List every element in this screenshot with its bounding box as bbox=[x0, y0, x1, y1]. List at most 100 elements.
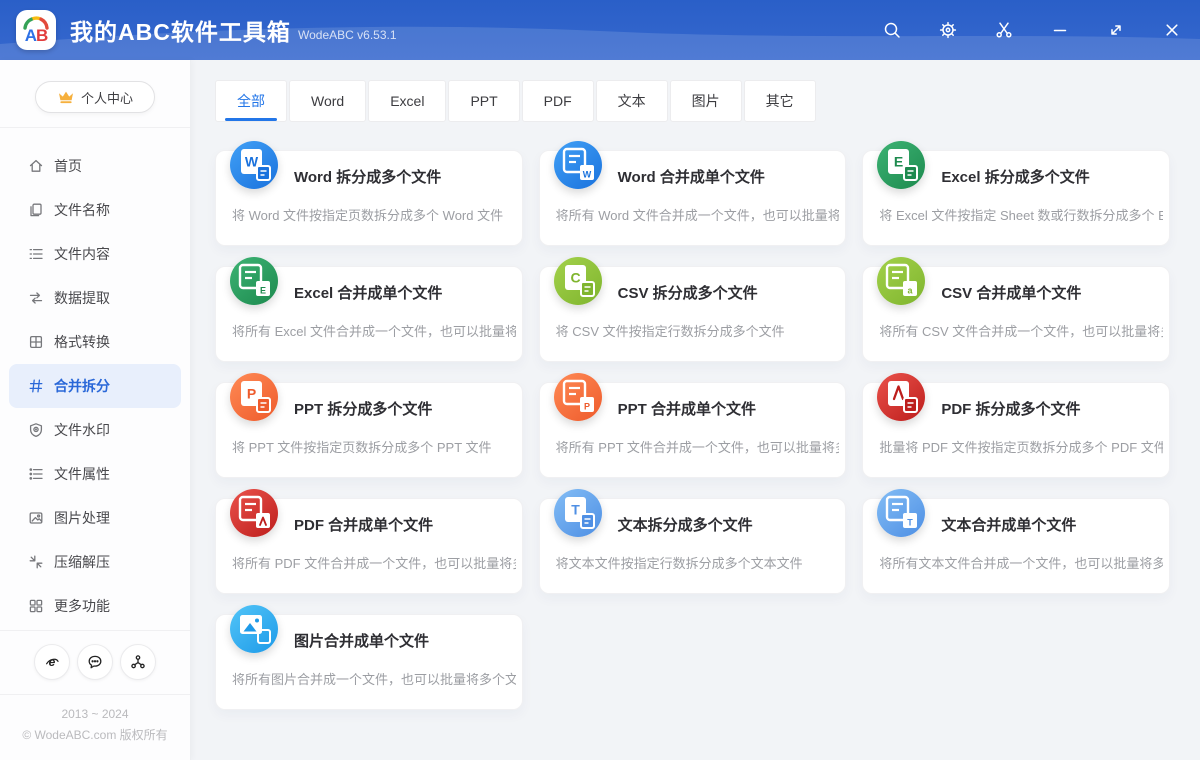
svg-text:E: E bbox=[260, 286, 266, 296]
browser-button[interactable]: e bbox=[34, 644, 70, 680]
image-merge-icon bbox=[230, 605, 278, 653]
card-text-split[interactable]: T 文本拆分成多个文件 将文本文件按指定行数拆分成多个文本文件 bbox=[539, 498, 847, 594]
card-text-merge[interactable]: T 文本合并成单个文件 将所有文本文件合并成一个文件，也可以批量将多 bbox=[862, 498, 1170, 594]
card-word-split[interactable]: W Word 拆分成多个文件 将 Word 文件按指定页数拆分成多个 Word … bbox=[215, 150, 523, 246]
main-content: 全部WordExcelPPTPDF文本图片其它 W Word 拆分成多个文件 将… bbox=[190, 60, 1200, 760]
tab-other[interactable]: 其它 bbox=[744, 80, 816, 122]
sidebar-item-more[interactable]: 更多功能 bbox=[9, 584, 181, 628]
sidebar-nav: 首页文件名称文件内容数据提取格式转换合并拆分文件水印文件属性图片处理压缩解压更多… bbox=[0, 128, 190, 628]
card-description: 将所有 PPT 文件合并成一个文件，也可以批量将多 bbox=[556, 437, 840, 456]
chat-button[interactable] bbox=[77, 644, 113, 680]
sidebar-item-file-attrs[interactable]: 文件属性 bbox=[9, 452, 181, 496]
sidebar-item-label: 压缩解压 bbox=[54, 552, 110, 572]
tab-pdf[interactable]: PDF bbox=[522, 80, 594, 122]
card-csv-merge[interactable]: a CSV 合并成单个文件 将所有 CSV 文件合并成一个文件，也可以批量将多 bbox=[862, 266, 1170, 362]
share-network-icon bbox=[130, 654, 146, 670]
browser-e-icon: e bbox=[44, 654, 60, 670]
card-description: 将文本文件按指定行数拆分成多个文本文件 bbox=[556, 553, 840, 572]
card-excel-split[interactable]: E Excel 拆分成多个文件 将 Excel 文件按指定 Sheet 数或行数… bbox=[862, 150, 1170, 246]
tool-card-grid: W Word 拆分成多个文件 将 Word 文件按指定页数拆分成多个 Word … bbox=[190, 122, 1200, 710]
ppt-merge-icon: P bbox=[554, 373, 602, 421]
svg-text:P: P bbox=[247, 386, 256, 402]
sidebar-item-compress[interactable]: 压缩解压 bbox=[9, 540, 181, 584]
sidebar-item-label: 首页 bbox=[54, 156, 82, 176]
tab-text[interactable]: 文本 bbox=[596, 80, 668, 122]
sidebar-item-watermark[interactable]: 文件水印 bbox=[9, 408, 181, 452]
word-split-icon: W bbox=[230, 141, 278, 189]
card-title: CSV 拆分成多个文件 bbox=[618, 282, 758, 303]
sidebar-item-label: 文件名称 bbox=[54, 200, 110, 220]
card-title: 图片合并成单个文件 bbox=[294, 630, 429, 651]
sidebar-item-image-process[interactable]: 图片处理 bbox=[9, 496, 181, 540]
csv-split-icon: C bbox=[554, 257, 602, 305]
card-description: 将所有 Excel 文件合并成一个文件，也可以批量将多 bbox=[232, 321, 516, 340]
titlebar-close-button[interactable] bbox=[1144, 0, 1200, 60]
card-word-merge[interactable]: W Word 合并成单个文件 将所有 Word 文件合并成一个文件，也可以批量将… bbox=[539, 150, 847, 246]
sidebar-item-label: 文件内容 bbox=[54, 244, 110, 264]
card-description: 将 CSV 文件按指定行数拆分成多个文件 bbox=[556, 321, 840, 340]
card-excel-merge[interactable]: E Excel 合并成单个文件 将所有 Excel 文件合并成一个文件，也可以批… bbox=[215, 266, 523, 362]
card-title: 文本合并成单个文件 bbox=[941, 514, 1076, 535]
image-process-icon bbox=[28, 510, 44, 526]
ppt-split-icon: P bbox=[230, 373, 278, 421]
card-description: 将所有 CSV 文件合并成一个文件，也可以批量将多 bbox=[879, 321, 1163, 340]
svg-text:E: E bbox=[894, 154, 903, 170]
card-description: 将所有文本文件合并成一个文件，也可以批量将多 bbox=[879, 553, 1163, 572]
excel-merge-icon: E bbox=[230, 257, 278, 305]
card-pdf-split[interactable]: PDF 拆分成多个文件 批量将 PDF 文件按指定页数拆分成多个 PDF 文件 bbox=[862, 382, 1170, 478]
merge-split-icon bbox=[28, 378, 44, 394]
svg-text:P: P bbox=[584, 402, 590, 412]
svg-text:T: T bbox=[571, 502, 580, 518]
word-merge-icon: W bbox=[554, 141, 602, 189]
sidebar-item-home[interactable]: 首页 bbox=[9, 144, 181, 188]
more-icon bbox=[28, 598, 44, 614]
sidebar-item-label: 文件属性 bbox=[54, 464, 110, 484]
card-csv-split[interactable]: C CSV 拆分成多个文件 将 CSV 文件按指定行数拆分成多个文件 bbox=[539, 266, 847, 362]
csv-merge-icon: a bbox=[877, 257, 925, 305]
settings-icon bbox=[938, 20, 958, 40]
sidebar-item-label: 数据提取 bbox=[54, 288, 110, 308]
close-icon bbox=[1162, 20, 1182, 40]
sidebar-item-file-content[interactable]: 文件内容 bbox=[9, 232, 181, 276]
tab-all[interactable]: 全部 bbox=[215, 80, 287, 122]
card-title: CSV 合并成单个文件 bbox=[941, 282, 1081, 303]
card-title: PPT 合并成单个文件 bbox=[618, 398, 756, 419]
share-button[interactable] bbox=[120, 644, 156, 680]
titlebar-scissors-button[interactable] bbox=[976, 0, 1032, 60]
sidebar-item-file-name[interactable]: 文件名称 bbox=[9, 188, 181, 232]
sidebar-item-label: 格式转换 bbox=[54, 332, 110, 352]
file-attrs-icon bbox=[28, 466, 44, 482]
sidebar: 个人中心 首页文件名称文件内容数据提取格式转换合并拆分文件水印文件属性图片处理压… bbox=[0, 60, 191, 760]
card-image-merge[interactable]: 图片合并成单个文件 将所有图片合并成一个文件，也可以批量将多个文件 bbox=[215, 614, 523, 710]
card-title: Excel 拆分成多个文件 bbox=[941, 166, 1089, 187]
card-title: PPT 拆分成多个文件 bbox=[294, 398, 432, 419]
tab-image[interactable]: 图片 bbox=[670, 80, 742, 122]
app-window: AB 我的ABC软件工具箱 WodeABC v6.53.1 个人中心 首页文件名… bbox=[0, 0, 1200, 760]
excel-split-icon: E bbox=[877, 141, 925, 189]
sidebar-item-format-convert[interactable]: 格式转换 bbox=[9, 320, 181, 364]
sidebar-item-merge-split[interactable]: 合并拆分 bbox=[9, 364, 181, 408]
card-ppt-split[interactable]: P PPT 拆分成多个文件 将 PPT 文件按指定页数拆分成多个 PPT 文件 bbox=[215, 382, 523, 478]
card-ppt-merge[interactable]: P PPT 合并成单个文件 将所有 PPT 文件合并成一个文件，也可以批量将多 bbox=[539, 382, 847, 478]
app-title: 我的ABC软件工具箱 bbox=[70, 13, 291, 47]
card-description: 将 Excel 文件按指定 Sheet 数或行数拆分成多个 Exc bbox=[879, 205, 1163, 224]
card-description: 将 Word 文件按指定页数拆分成多个 Word 文件 bbox=[232, 205, 516, 224]
titlebar-resize-button[interactable] bbox=[1088, 0, 1144, 60]
tab-ppt[interactable]: PPT bbox=[448, 80, 519, 122]
titlebar-settings-button[interactable] bbox=[920, 0, 976, 60]
text-merge-icon: T bbox=[877, 489, 925, 537]
card-title: Word 合并成单个文件 bbox=[618, 166, 765, 187]
tab-excel[interactable]: Excel bbox=[368, 80, 446, 122]
data-extract-icon bbox=[28, 290, 44, 306]
card-description: 将所有 Word 文件合并成一个文件，也可以批量将多 bbox=[556, 205, 840, 224]
personal-center-button[interactable]: 个人中心 bbox=[35, 81, 155, 113]
card-pdf-merge[interactable]: PDF 合并成单个文件 将所有 PDF 文件合并成一个文件，也可以批量将多 bbox=[215, 498, 523, 594]
titlebar-search-button[interactable] bbox=[864, 0, 920, 60]
sidebar-item-label: 文件水印 bbox=[54, 420, 110, 440]
card-description: 批量将 PDF 文件按指定页数拆分成多个 PDF 文件 bbox=[879, 437, 1163, 456]
resize-icon bbox=[1106, 20, 1126, 40]
sidebar-item-data-extract[interactable]: 数据提取 bbox=[9, 276, 181, 320]
titlebar-minimize-button[interactable] bbox=[1032, 0, 1088, 60]
pdf-merge-icon bbox=[230, 489, 278, 537]
tab-word[interactable]: Word bbox=[289, 80, 366, 122]
